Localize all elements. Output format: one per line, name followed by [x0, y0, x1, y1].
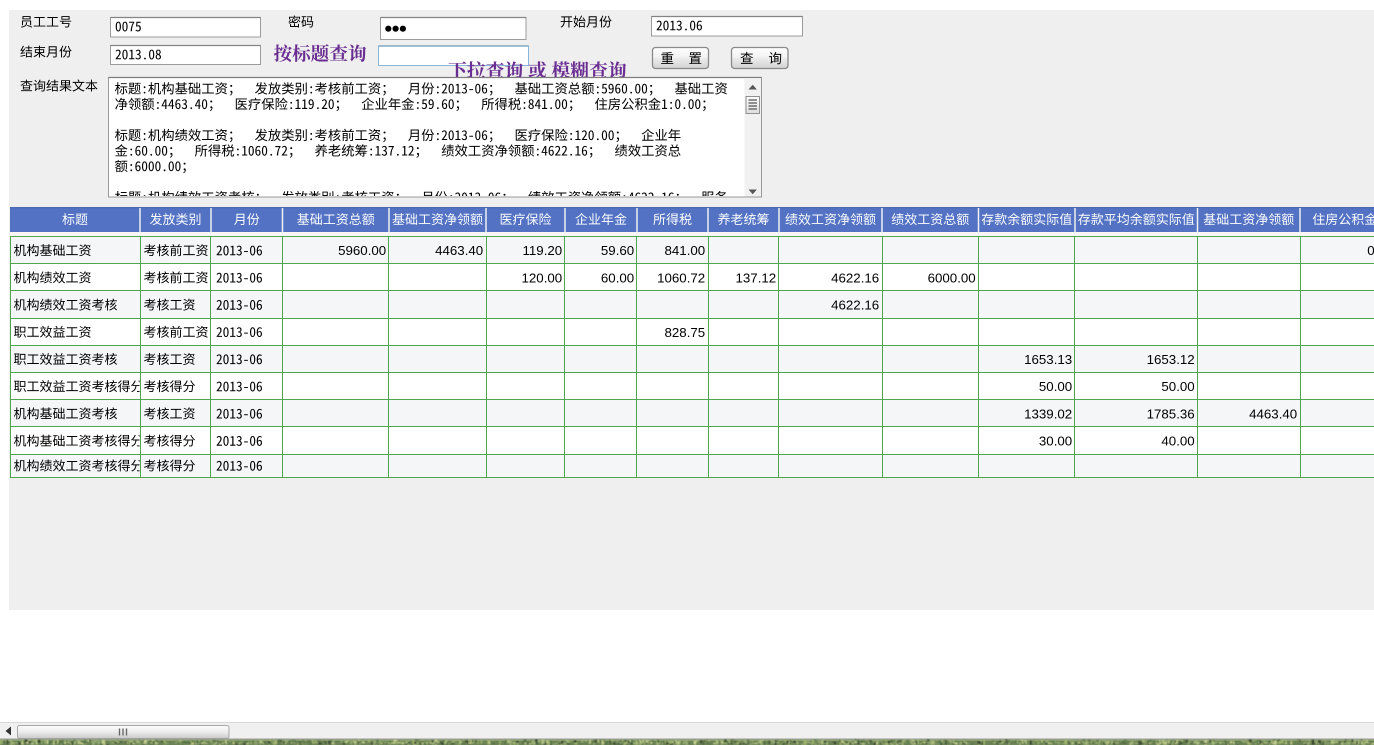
svg-text:40.00: 40.00 [1161, 434, 1194, 449]
svg-text:120.00: 120.00 [522, 270, 563, 285]
svg-text:50.00: 50.00 [1039, 379, 1072, 394]
svg-text:6000.00: 6000.00 [928, 270, 976, 285]
svg-text:60.00: 60.00 [601, 270, 634, 285]
svg-text:1785.36: 1785.36 [1147, 406, 1195, 421]
svg-text:50.00: 50.00 [1161, 379, 1194, 394]
svg-text:119.20: 119.20 [523, 243, 563, 258]
svg-text:0.00: 0.00 [1367, 243, 1374, 258]
svg-text:4622.16: 4622.16 [831, 298, 879, 313]
svg-text:5960.00: 5960.00 [338, 243, 386, 258]
svg-text:4622.16: 4622.16 [831, 270, 879, 285]
svg-text:59.60: 59.60 [601, 243, 634, 258]
svg-text:1339.02: 1339.02 [1024, 406, 1072, 421]
svg-text:828.75: 828.75 [665, 325, 706, 340]
svg-text:4463.40: 4463.40 [435, 243, 483, 258]
svg-text:30.00: 30.00 [1039, 434, 1072, 449]
svg-text:1653.12: 1653.12 [1147, 352, 1195, 367]
svg-text:137.12: 137.12 [736, 270, 777, 285]
svg-text:841.00: 841.00 [665, 243, 706, 258]
svg-text:1653.13: 1653.13 [1024, 352, 1072, 367]
svg-text:4463.40: 4463.40 [1249, 406, 1297, 421]
svg-text:1060.72: 1060.72 [657, 270, 705, 285]
